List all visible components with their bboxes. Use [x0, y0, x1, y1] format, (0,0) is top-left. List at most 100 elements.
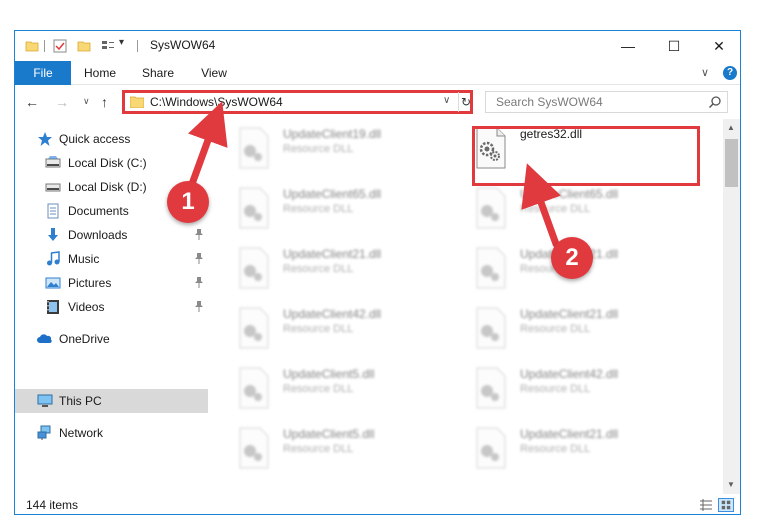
minimize-button[interactable]: —: [605, 31, 651, 61]
pin-icon[interactable]: [194, 300, 204, 312]
sidebar-item-label: Quick access: [59, 132, 131, 146]
pc-icon: [37, 394, 53, 407]
highlight-box: [472, 126, 700, 186]
sidebar-item-label: Local Disk (C:): [68, 156, 147, 170]
sidebar-item-label: Music: [68, 252, 100, 266]
star-icon: [38, 132, 52, 146]
file-item[interactable]: UpdateClient21.dll Resource DLL: [222, 239, 452, 295]
sidebar-item-label: This PC: [59, 394, 102, 408]
file-name: UpdateClient5.dll: [283, 427, 375, 441]
sidebar-item-videos[interactable]: Videos: [15, 296, 208, 318]
file-item[interactable]: UpdateClient65.dll Resource DLL: [459, 179, 689, 235]
quick-access-dropdown[interactable]: ▾: [119, 37, 124, 48]
navigation-bar: ← → ∨ ↑ C:\Windows\SysWOW64 ∨ ↻ Search S…: [15, 86, 740, 118]
new-folder-icon[interactable]: [77, 39, 91, 53]
expand-ribbon-chevron-icon[interactable]: ∨: [701, 66, 709, 79]
maximize-button[interactable]: ☐: [651, 31, 697, 61]
file-name: UpdateClient65.dll: [283, 187, 382, 201]
tab-home[interactable]: Home: [79, 61, 121, 85]
pictures-icon: [45, 277, 61, 289]
scroll-up-arrow-icon[interactable]: ▲: [727, 123, 735, 132]
refresh-icon[interactable]: ↻: [458, 92, 473, 112]
search-input[interactable]: Search SysWOW64: [496, 95, 603, 109]
sidebar-item-label: Documents: [68, 204, 129, 218]
large-icons-view-icon[interactable]: [718, 498, 734, 512]
sidebar-item-label: Local Disk (D:): [68, 180, 147, 194]
file-item[interactable]: UpdateClient42.dll Resource DLL: [459, 359, 689, 415]
scrollbar-thumb[interactable]: [725, 139, 738, 187]
file-item[interactable]: UpdateClient21.dll Resource DLL: [459, 299, 689, 355]
file-list: UpdateClient19.dll Resource DLL UpdateCl…: [222, 119, 740, 494]
videos-icon: [47, 300, 59, 314]
properties-check-icon[interactable]: [53, 39, 67, 53]
dll-file-icon: [476, 367, 506, 409]
toolbar-separator: [137, 40, 138, 52]
status-bar: 144 items: [15, 494, 740, 514]
dll-file-icon: [239, 367, 269, 409]
step-1-callout: 1: [167, 181, 209, 223]
file-name: UpdateClient21.dll: [520, 427, 619, 441]
file-item[interactable]: UpdateClient5.dll Resource DLL: [222, 419, 452, 475]
file-type: Resource DLL: [283, 143, 354, 155]
customize-toolbar-icon[interactable]: [101, 39, 115, 53]
music-icon: [47, 251, 60, 266]
file-name: UpdateClient5.dll: [283, 367, 375, 381]
file-item[interactable]: UpdateClient42.dll Resource DLL: [222, 299, 452, 355]
vertical-scrollbar[interactable]: ▲ ▼: [723, 119, 740, 494]
file-name: UpdateClient42.dll: [283, 307, 382, 321]
close-button[interactable]: ✕: [696, 31, 740, 61]
folder-icon[interactable]: [25, 39, 39, 53]
back-arrow-icon[interactable]: ←: [25, 94, 39, 110]
file-name: UpdateClient21.dll: [283, 247, 382, 261]
search-box[interactable]: Search SysWOW64: [485, 91, 728, 113]
address-dropdown-icon[interactable]: ∨: [443, 95, 450, 106]
folder-icon: [130, 96, 144, 108]
address-bar[interactable]: C:\Windows\SysWOW64 ∨ ↻: [122, 90, 473, 114]
sidebar-item-label: OneDrive: [59, 332, 110, 346]
pin-icon[interactable]: [194, 228, 204, 240]
file-item[interactable]: UpdateClient21.dll Resource DLL: [459, 419, 689, 475]
file-item[interactable]: UpdateClient65.dll Resource DLL: [222, 179, 452, 235]
sidebar-item-onedrive[interactable]: OneDrive: [15, 328, 208, 350]
tab-file[interactable]: File: [15, 61, 71, 85]
sidebar-item-this-pc[interactable]: This PC: [15, 389, 208, 413]
dll-file-icon: [476, 427, 506, 469]
drive-icon: [45, 183, 61, 192]
dll-file-icon: [476, 187, 506, 229]
sidebar-item-quick-access[interactable]: Quick access: [15, 128, 208, 150]
sidebar-item-label: Network: [59, 426, 104, 440]
sidebar-item-music[interactable]: Music: [15, 248, 208, 270]
tab-share[interactable]: Share: [137, 61, 179, 85]
file-type: Resource DLL: [283, 383, 354, 395]
pin-icon[interactable]: [194, 252, 204, 264]
file-item[interactable]: UpdateClient19.dll Resource DLL: [222, 119, 452, 175]
recent-locations-icon[interactable]: ∨: [83, 96, 90, 107]
forward-arrow-icon[interactable]: →: [55, 94, 69, 110]
sidebar-item-label: Downloads: [68, 228, 128, 242]
file-name: UpdateClient21.dll: [520, 307, 619, 321]
help-icon[interactable]: ?: [723, 66, 737, 80]
item-count: 144 items: [26, 498, 79, 512]
file-item[interactable]: UpdateClient5.dll Resource DLL: [222, 359, 452, 415]
file-explorer-window: ▾ SysWOW64 — ☐ ✕ File Home Share View ∨ …: [14, 30, 741, 515]
tab-view[interactable]: View: [193, 61, 235, 85]
dll-file-icon: [239, 427, 269, 469]
sidebar-item-local-disk-c[interactable]: Local Disk (C:): [15, 152, 208, 174]
file-type: Resource DLL: [283, 323, 354, 335]
sidebar-item-pictures[interactable]: Pictures: [15, 272, 208, 294]
file-name: UpdateClient42.dll: [520, 367, 619, 381]
onedrive-icon: [37, 334, 52, 343]
address-path[interactable]: C:\Windows\SysWOW64: [150, 95, 283, 109]
documents-icon: [47, 203, 59, 219]
downloads-icon: [48, 228, 58, 241]
sidebar-item-downloads[interactable]: Downloads: [15, 224, 208, 246]
dll-file-icon: [239, 307, 269, 349]
dll-file-icon: [476, 247, 506, 289]
up-arrow-icon[interactable]: ↑: [101, 94, 108, 110]
search-icon[interactable]: [708, 95, 722, 109]
file-type: Resource DLL: [520, 323, 591, 335]
sidebar-item-network[interactable]: Network: [15, 422, 208, 444]
details-view-icon[interactable]: [698, 498, 714, 512]
scroll-down-arrow-icon[interactable]: ▼: [727, 480, 735, 489]
pin-icon[interactable]: [194, 276, 204, 288]
